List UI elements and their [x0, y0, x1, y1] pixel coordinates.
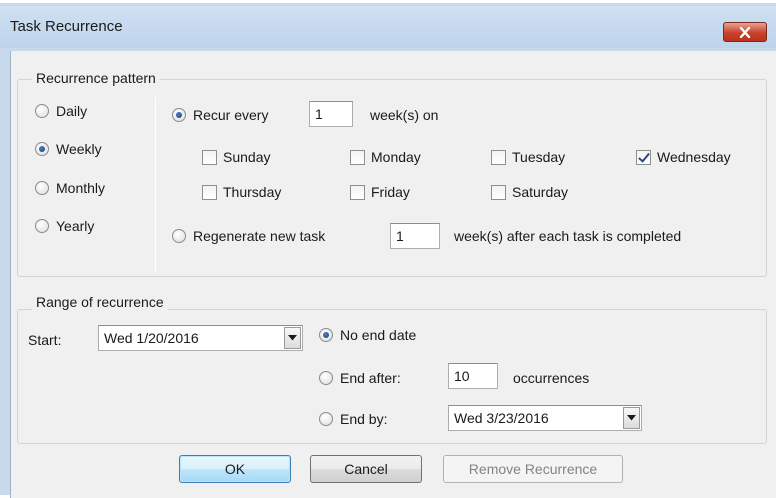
- start-date-dropdown-button[interactable]: [284, 327, 301, 349]
- radio-daily[interactable]: Daily: [35, 103, 87, 119]
- radio-end-by[interactable]: End by:: [319, 411, 387, 427]
- day-sunday[interactable]: Sunday: [202, 149, 270, 165]
- end-by-label: End by:: [340, 411, 388, 427]
- end-after-input[interactable]: 10: [448, 363, 498, 389]
- radio-daily-label: Daily: [56, 103, 88, 119]
- radio-daily-indicator[interactable]: [35, 104, 49, 118]
- radio-no-end-date-indicator[interactable]: [319, 328, 333, 342]
- day-monday-label: Monday: [371, 149, 421, 165]
- regenerate-suffix: week(s) after each task is completed: [454, 228, 682, 244]
- radio-weekly[interactable]: Weekly: [35, 141, 102, 157]
- radio-yearly-indicator[interactable]: [35, 219, 49, 233]
- range-of-recurrence-legend: Range of recurrence: [32, 294, 168, 310]
- radio-weekly-indicator[interactable]: [35, 142, 49, 156]
- day-tuesday-label: Tuesday: [512, 149, 566, 165]
- recur-every-input[interactable]: 1: [309, 101, 353, 127]
- radio-monthly-label: Monthly: [56, 180, 106, 196]
- radio-monthly[interactable]: Monthly: [35, 180, 105, 196]
- day-thursday-label: Thursday: [223, 184, 282, 200]
- close-icon: [739, 26, 751, 38]
- end-by-dropdown-button[interactable]: [623, 407, 640, 429]
- radio-end-by-indicator[interactable]: [319, 412, 333, 426]
- radio-end-after-indicator[interactable]: [319, 371, 333, 385]
- day-sunday-checkbox[interactable]: [202, 149, 217, 165]
- chevron-down-icon: [627, 415, 636, 421]
- day-wednesday-checkbox[interactable]: [636, 149, 651, 165]
- day-friday-label: Friday: [371, 184, 410, 200]
- close-button[interactable]: [723, 22, 767, 42]
- day-friday-checkbox[interactable]: [350, 184, 365, 200]
- day-tuesday-checkbox[interactable]: [491, 149, 506, 165]
- radio-regenerate-indicator[interactable]: [172, 229, 186, 243]
- radio-yearly[interactable]: Yearly: [35, 218, 94, 234]
- radio-end-after[interactable]: End after:: [319, 370, 401, 386]
- end-by-date-combo[interactable]: Wed 3/23/2016: [448, 405, 642, 431]
- start-date-value: Wed 1/20/2016: [104, 330, 199, 346]
- pattern-separator: [155, 97, 156, 273]
- day-wednesday[interactable]: Wednesday: [636, 149, 731, 165]
- day-monday-checkbox[interactable]: [350, 149, 365, 165]
- radio-weekly-label: Weekly: [56, 141, 102, 157]
- no-end-date-label: No end date: [340, 327, 417, 343]
- occurrences-label: occurrences: [513, 370, 590, 386]
- title-bar: Task Recurrence: [0, 6, 776, 48]
- recur-every-label: Recur every: [193, 107, 269, 123]
- regenerate-input[interactable]: 1: [390, 223, 440, 249]
- start-date-combo[interactable]: Wed 1/20/2016: [98, 325, 303, 351]
- regenerate-label: Regenerate new task: [193, 228, 326, 244]
- remove-recurrence-button[interactable]: Remove Recurrence: [443, 455, 623, 483]
- radio-monthly-indicator[interactable]: [35, 181, 49, 195]
- day-tuesday[interactable]: Tuesday: [491, 149, 565, 165]
- day-saturday[interactable]: Saturday: [491, 184, 568, 200]
- cancel-button[interactable]: Cancel: [310, 455, 422, 483]
- day-sunday-label: Sunday: [223, 149, 271, 165]
- start-label: Start:: [28, 332, 62, 348]
- radio-no-end-date[interactable]: No end date: [319, 327, 416, 343]
- end-after-label: End after:: [340, 370, 401, 386]
- day-thursday-checkbox[interactable]: [202, 184, 217, 200]
- day-saturday-checkbox[interactable]: [491, 184, 506, 200]
- day-friday[interactable]: Friday: [350, 184, 410, 200]
- day-saturday-label: Saturday: [512, 184, 569, 200]
- radio-yearly-label: Yearly: [56, 218, 95, 234]
- radio-recur-every[interactable]: Recur every: [172, 107, 268, 123]
- radio-recur-every-indicator[interactable]: [172, 108, 186, 122]
- task-recurrence-dialog: Task Recurrence Recurrence pattern Daily…: [0, 0, 776, 498]
- window-title: Task Recurrence: [10, 18, 123, 35]
- dialog-body: Recurrence pattern Daily Weekly Monthly …: [10, 51, 776, 498]
- ok-button[interactable]: OK: [179, 455, 291, 483]
- recur-every-suffix: week(s) on: [370, 107, 439, 123]
- radio-regenerate[interactable]: Regenerate new task: [172, 228, 325, 244]
- chevron-down-icon: [288, 335, 297, 341]
- day-monday[interactable]: Monday: [350, 149, 421, 165]
- day-wednesday-label: Wednesday: [657, 149, 731, 165]
- recurrence-pattern-legend: Recurrence pattern: [32, 70, 160, 86]
- end-by-date-value: Wed 3/23/2016: [454, 410, 549, 426]
- day-thursday[interactable]: Thursday: [202, 184, 281, 200]
